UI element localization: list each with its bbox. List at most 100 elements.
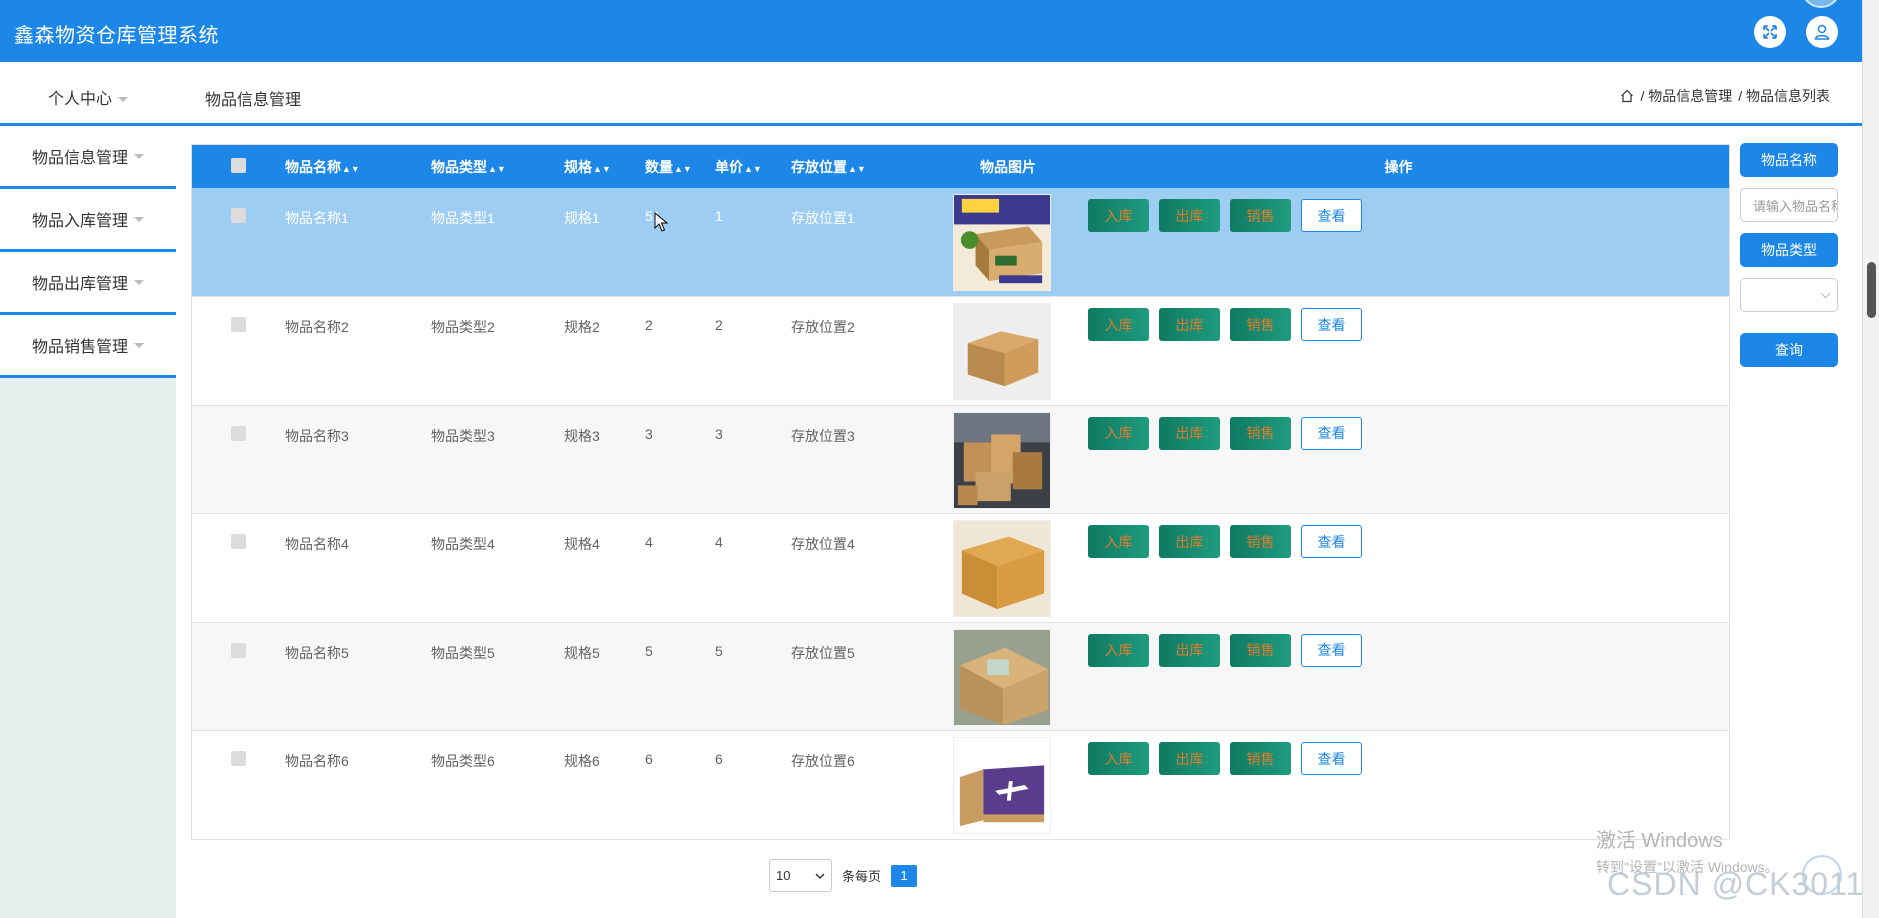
- cell-actions: 入库 出库 销售 查看: [1068, 514, 1729, 623]
- item-image[interactable]: [948, 194, 1068, 291]
- table-row[interactable]: 物品名称5 物品类型5 规格5 5 5 存放位置5 入库 出库 销售 查看: [192, 622, 1729, 731]
- sidebar-item-item-info[interactable]: 物品信息管理: [0, 126, 176, 189]
- stock-in-button[interactable]: 入库: [1088, 525, 1149, 558]
- sell-button[interactable]: 销售: [1230, 633, 1291, 667]
- column-header-spec[interactable]: 规格▲▼: [564, 145, 645, 188]
- column-header-name[interactable]: 物品名称▲▼: [285, 145, 431, 188]
- sidebar: 物品信息管理 物品入库管理 物品出库管理 物品销售管理: [0, 126, 176, 918]
- cell-type: 物品类型1: [431, 210, 495, 226]
- item-image[interactable]: [948, 520, 1068, 617]
- table-row[interactable]: 物品名称3 物品类型3 规格3 3 3 存放位置3 入库 出库 销售 查看: [192, 405, 1729, 514]
- cell-type: 物品类型5: [431, 644, 495, 661]
- column-header-qty[interactable]: 数量▲▼: [645, 145, 715, 188]
- view-button[interactable]: 查看: [1301, 742, 1362, 775]
- type-select[interactable]: [1740, 278, 1838, 312]
- sell-button[interactable]: 销售: [1230, 308, 1291, 341]
- fullscreen-icon: [1763, 25, 1777, 39]
- search-button[interactable]: 查询: [1740, 333, 1838, 367]
- item-image[interactable]: [948, 303, 1068, 400]
- table-row[interactable]: 物品名称4 物品类型4 规格4 4 4 存放位置4 入库 出库 销售 查看: [192, 514, 1729, 623]
- column-header-label: 物品类型: [431, 158, 487, 175]
- sell-button[interactable]: 销售: [1230, 199, 1291, 232]
- column-header-type[interactable]: 物品类型▲▼: [431, 145, 564, 188]
- sell-button[interactable]: 销售: [1230, 525, 1291, 558]
- cell-type: 物品类型6: [431, 753, 495, 769]
- row-checkbox[interactable]: [231, 642, 246, 658]
- chevron-down-icon: [134, 342, 144, 348]
- page-size-value: 10: [776, 868, 791, 883]
- fullscreen-button[interactable]: [1754, 16, 1786, 48]
- table-row[interactable]: 物品名称2 物品类型2 规格2 2 2 存放位置2 入库 出库 销售 查看: [192, 297, 1729, 406]
- pagination: 10 条每页 1: [769, 859, 918, 892]
- chevron-down-icon: [134, 279, 144, 285]
- breadcrumb: / 物品信息管理 / 物品信息列表: [1620, 86, 1830, 106]
- page-scrollbar[interactable]: [1862, 0, 1879, 918]
- cell-qty: 3: [645, 425, 653, 442]
- select-all-checkbox[interactable]: [231, 157, 246, 173]
- cell-spec: 规格5: [564, 644, 600, 661]
- stock-out-button[interactable]: 出库: [1159, 308, 1220, 341]
- stock-out-button[interactable]: 出库: [1159, 199, 1220, 232]
- stock-in-button[interactable]: 入库: [1088, 416, 1149, 450]
- stock-out-button[interactable]: 出库: [1159, 525, 1220, 558]
- item-image[interactable]: [948, 737, 1068, 834]
- sell-button[interactable]: 销售: [1230, 742, 1291, 775]
- column-header-price[interactable]: 单价▲▼: [715, 145, 791, 188]
- table-row[interactable]: 物品名称6 物品类型6 规格6 6 6 存放位置6 入库 出库 销售 查看: [192, 731, 1729, 839]
- cell-qty: 2: [645, 317, 653, 333]
- column-header-location[interactable]: 存放位置▲▼: [791, 145, 948, 188]
- stock-in-button[interactable]: 入库: [1088, 308, 1149, 341]
- page-size-select[interactable]: 10: [769, 859, 832, 892]
- cell-name: 物品名称1: [285, 210, 349, 226]
- sidebar-item-sales[interactable]: 物品销售管理: [0, 315, 176, 378]
- breadcrumb-item[interactable]: / 物品信息管理: [1640, 86, 1732, 106]
- sort-icon: ▲▼: [342, 163, 360, 174]
- cell-type: 物品类型4: [431, 536, 495, 552]
- cell-image: [948, 405, 1068, 514]
- stock-out-button[interactable]: 出库: [1159, 742, 1220, 775]
- stock-out-button[interactable]: 出库: [1159, 416, 1220, 450]
- stock-in-button[interactable]: 入库: [1088, 633, 1149, 667]
- cell-type: 物品类型2: [431, 319, 495, 335]
- cell-actions: 入库 出库 销售 查看: [1068, 622, 1729, 731]
- sidebar-item-stock-out[interactable]: 物品出库管理: [0, 252, 176, 315]
- cell-image: [948, 188, 1068, 297]
- cell-location: 存放位置1: [791, 210, 855, 226]
- personal-center-menu[interactable]: 个人中心: [48, 85, 129, 109]
- sell-button[interactable]: 销售: [1230, 416, 1291, 450]
- item-image[interactable]: [948, 411, 1068, 509]
- view-button[interactable]: 查看: [1301, 525, 1362, 558]
- view-button[interactable]: 查看: [1301, 308, 1362, 341]
- stock-out-button[interactable]: 出库: [1159, 633, 1220, 667]
- cell-location: 存放位置5: [791, 644, 855, 661]
- cell-price: 2: [715, 317, 723, 333]
- column-header-ops: 操作: [1384, 158, 1413, 175]
- table-row[interactable]: 物品名称1 物品类型1 规格1 51 1 存放位置1 入库 出库 销售 查看: [192, 188, 1729, 297]
- row-checkbox[interactable]: [231, 208, 246, 223]
- stock-in-button[interactable]: 入库: [1088, 742, 1149, 775]
- sort-icon: ▲▼: [674, 163, 692, 174]
- page-number-current[interactable]: 1: [891, 864, 918, 887]
- scrollbar-thumb[interactable]: [1867, 262, 1876, 318]
- home-icon[interactable]: [1620, 89, 1634, 103]
- view-button[interactable]: 查看: [1301, 416, 1362, 450]
- cell-type: 物品类型3: [431, 427, 495, 444]
- name-search-input[interactable]: 请输入物品名称: [1740, 188, 1838, 222]
- stock-in-button[interactable]: 入库: [1088, 199, 1149, 232]
- cell-location: 存放位置2: [791, 319, 855, 335]
- view-button[interactable]: 查看: [1301, 199, 1362, 232]
- row-checkbox[interactable]: [231, 751, 246, 766]
- item-image[interactable]: [948, 628, 1068, 726]
- user-button[interactable]: [1806, 16, 1838, 48]
- cell-image: [948, 622, 1068, 731]
- view-button[interactable]: 查看: [1301, 633, 1362, 667]
- cell-image: [948, 297, 1068, 406]
- row-checkbox[interactable]: [231, 425, 246, 441]
- row-checkbox[interactable]: [231, 317, 246, 332]
- cell-qty: 51: [645, 208, 661, 224]
- sidebar-item-stock-in[interactable]: 物品入库管理: [0, 189, 176, 252]
- table-header-row: 物品名称▲▼ 物品类型▲▼ 规格▲▼ 数量▲▼ 单价▲▼ 存放位置▲▼ 物品图片…: [192, 145, 1729, 188]
- row-checkbox[interactable]: [231, 534, 246, 549]
- cell-spec: 规格6: [564, 753, 600, 769]
- type-filter-label: 物品类型: [1740, 233, 1838, 267]
